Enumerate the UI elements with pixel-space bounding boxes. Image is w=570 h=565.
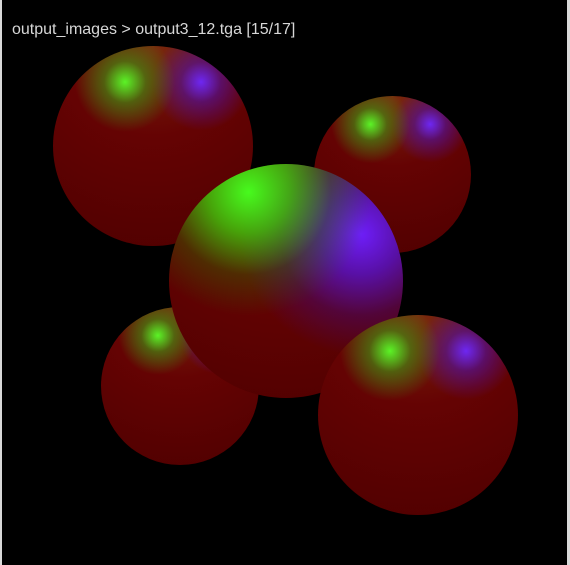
rendered-image (0, 0, 570, 565)
image-viewer: output_images > output3_12.tga [15/17] (0, 0, 570, 565)
sphere-bottom-right (318, 315, 518, 515)
image-path-caption: output_images > output3_12.tga [15/17] (12, 21, 296, 38)
